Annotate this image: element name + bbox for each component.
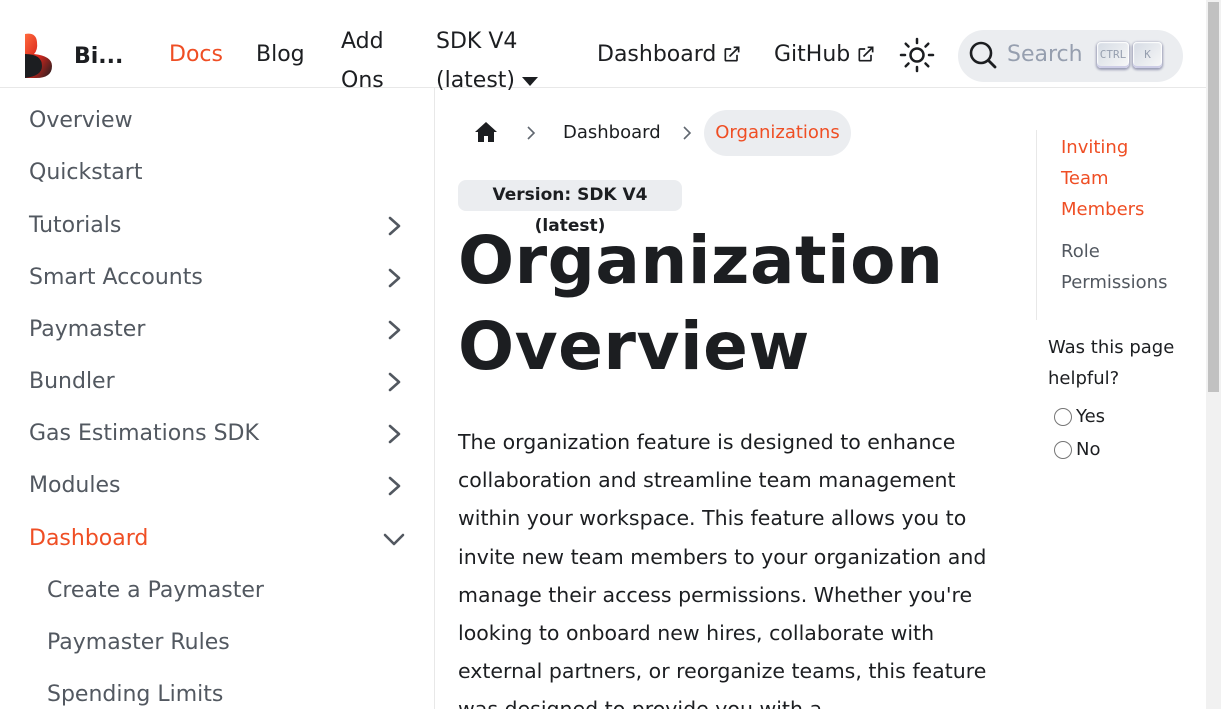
nav-blog-link[interactable]: Blog [256,42,305,67]
caret-down-icon [522,76,539,86]
sdk-version-dropdown[interactable]: SDK V4 (latest) [436,22,576,100]
search-placeholder: Search [1007,42,1083,67]
feedback-no-label: No [1076,439,1101,460]
nav-dashboard-link[interactable]: Dashboard [597,42,742,67]
chevron-right-icon[interactable] [383,371,405,393]
toc-link-inviting-team-members[interactable]: Inviting Team Members [1061,132,1181,225]
kbd-k-key: K [1133,42,1162,68]
chevron-right-icon[interactable] [383,215,405,237]
feedback-yes-label: Yes [1076,406,1106,427]
sidebar-item-quickstart[interactable]: Quickstart [29,160,142,185]
top-navbar: Bi... Docs Blog Add Ons SDK V4 (latest) … [0,0,1206,93]
page-title: Organization Overview [458,222,944,385]
feedback-question: Was this page helpful? [1048,337,1175,389]
chevron-right-icon[interactable] [383,423,405,445]
sidebar-item-overview[interactable]: Overview [29,108,133,133]
home-icon[interactable] [474,121,498,143]
sidebar-item-tutorials[interactable]: Tutorials [29,213,121,238]
brand-name[interactable]: Bi... [74,44,123,69]
feedback-no-option[interactable]: No [1054,439,1100,460]
nav-dashboard-label: Dashboard [597,42,717,67]
kbd-ctrl-key: CTRL [1097,42,1129,68]
biconomy-logo[interactable] [22,32,54,78]
external-link-icon [858,46,874,62]
nav-docs-link[interactable]: Docs [169,42,223,67]
sidebar-subitem-create-paymaster[interactable]: Create a Paymaster [47,578,264,603]
search-icon [969,41,997,69]
sidebar-item-gas-estimations[interactable]: Gas Estimations SDK [29,421,259,446]
feedback-yes-radio[interactable] [1054,408,1072,426]
breadcrumb-separator-icon [683,126,692,140]
page-scrollbar[interactable] [1206,0,1221,709]
feedback-no-radio[interactable] [1054,441,1072,459]
sidebar-item-dashboard[interactable]: Dashboard [29,526,148,551]
sun-icon[interactable] [899,37,935,73]
sidebar-subitem-spending-limits[interactable]: Spending Limits [47,682,223,707]
sdk-version-label: SDK V4 (latest) [436,29,518,93]
sidebar-item-bundler[interactable]: Bundler [29,369,115,394]
version-badge: Version: SDK V4 (latest) [458,180,682,236]
sidebar-subitem-paymaster-rules[interactable]: Paymaster Rules [47,630,230,655]
nav-github-link[interactable]: GitHub [774,42,876,67]
chevron-right-icon[interactable] [383,475,405,497]
sidebar-item-paymaster[interactable]: Paymaster [29,317,145,342]
chevron-right-icon[interactable] [383,267,405,289]
search-button[interactable]: Search CTRL K [958,30,1183,82]
table-of-contents: Inviting Team Members Role Permissions [1036,130,1196,320]
chevron-right-icon[interactable] [383,319,405,341]
feedback-widget: Was this page helpful? Yes No [1048,332,1198,460]
sidebar-item-modules[interactable]: Modules [29,473,120,498]
breadcrumb-separator-icon [527,126,536,140]
sidebar-item-smart-accounts[interactable]: Smart Accounts [29,265,203,290]
external-link-icon [724,46,740,62]
breadcrumb-current: Organizations [704,110,851,156]
feedback-yes-option[interactable]: Yes [1054,406,1105,427]
toc-link-role-permissions[interactable]: Role Permissions [1061,236,1181,298]
scrollbar-thumb[interactable] [1208,2,1219,392]
chevron-down-icon[interactable] [383,528,405,550]
nav-github-label: GitHub [774,42,851,67]
intro-paragraph: The organization feature is designed to … [458,430,987,709]
breadcrumb-dashboard[interactable]: Dashboard [563,122,661,143]
